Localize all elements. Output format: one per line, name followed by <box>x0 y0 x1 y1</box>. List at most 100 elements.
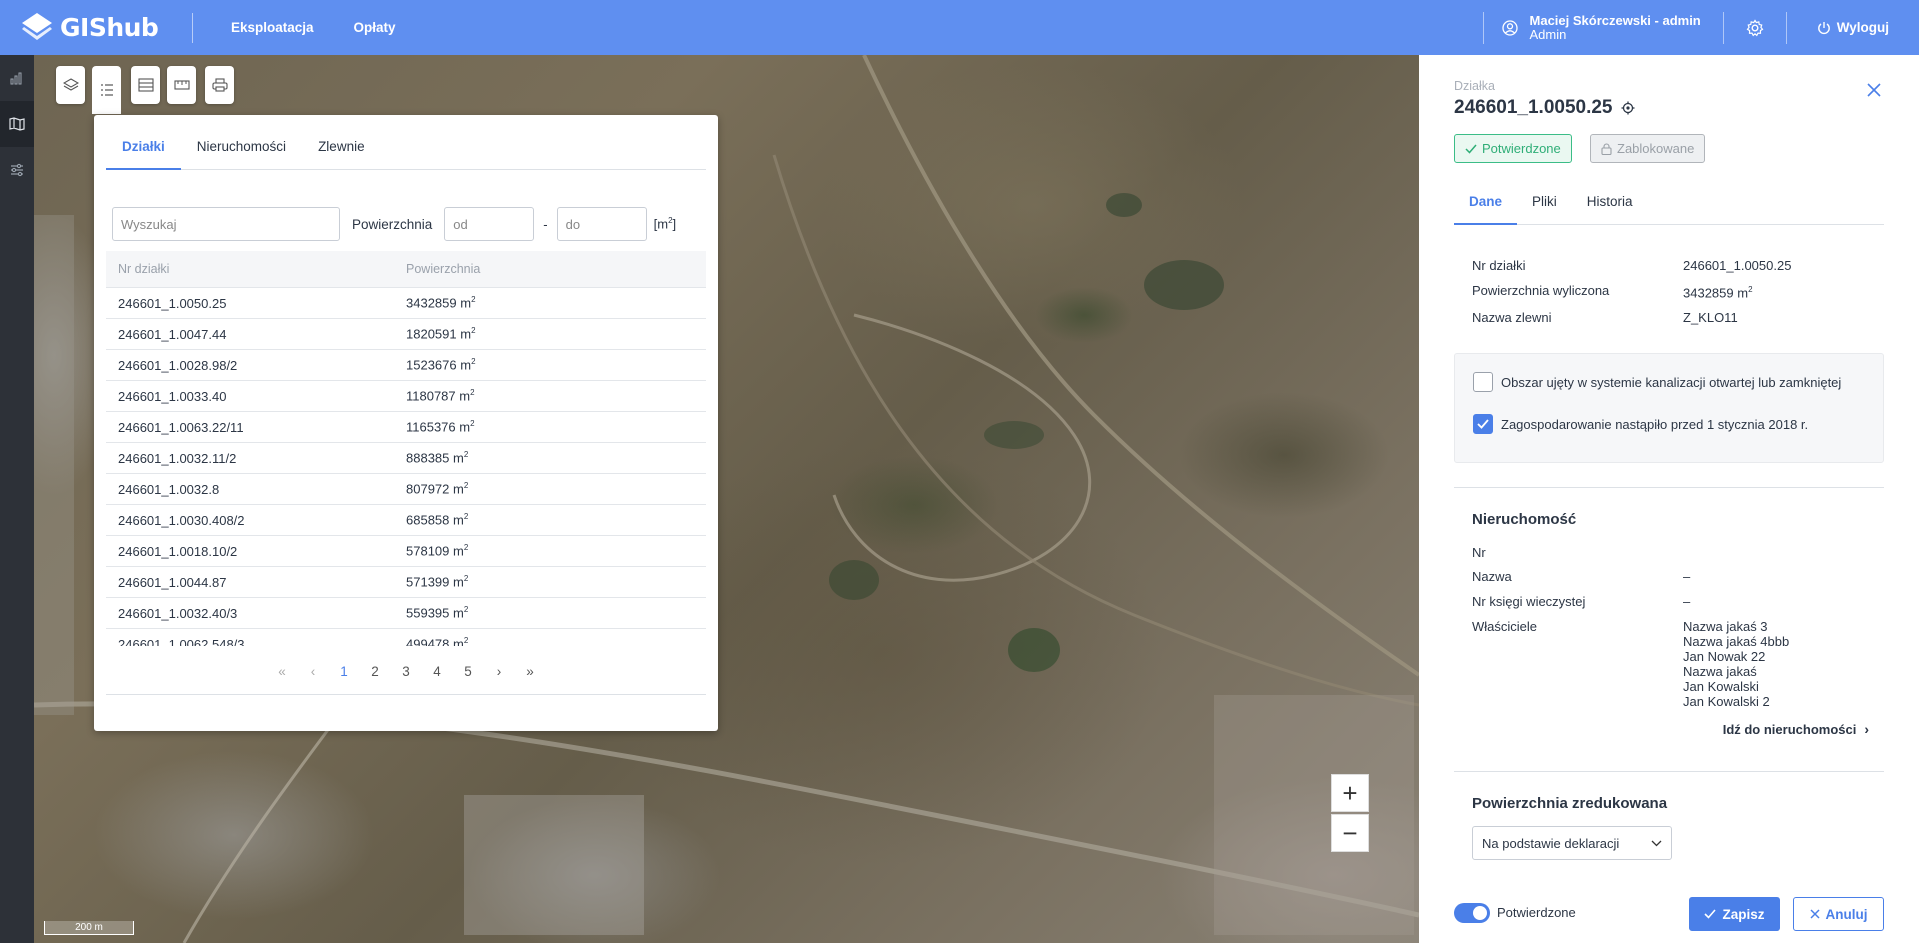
rail-map[interactable] <box>0 101 34 147</box>
detail-title: 246601_1.0050.25 <box>1454 97 1635 119</box>
page-first[interactable]: « <box>267 664 298 679</box>
page-2[interactable]: 2 <box>360 664 391 679</box>
logo-icon <box>22 12 52 40</box>
page-1[interactable]: 1 <box>329 664 360 679</box>
parcel-number-cell: 246601_1.0032.11/2 <box>118 450 237 466</box>
table-row[interactable]: 246601_1.0032.40/3 559395 m2 <box>106 598 706 629</box>
close-icon <box>1809 909 1820 919</box>
save-button[interactable]: Zapisz <box>1689 897 1780 931</box>
property-land-book: Nr księgi wieczystej – <box>1472 594 1691 609</box>
owner-item: Jan Kowalski 2 <box>1683 694 1770 709</box>
owner-item: Nazwa jakaś <box>1683 664 1757 679</box>
table-row[interactable]: 246601_1.0032.11/2 888385 m2 <box>106 443 706 474</box>
table-row[interactable]: 246601_1.0028.98/2 1523676 m2 <box>106 350 706 381</box>
property-owners: Właściciele Nazwa jakaś 3 Nazwa jakaś 4b… <box>1472 619 1790 709</box>
owner-item: Nazwa jakaś 4bbb <box>1683 634 1790 649</box>
sliders-icon <box>11 163 23 177</box>
table-row[interactable]: 246601_1.0030.408/2 685858 m2 <box>106 505 706 536</box>
table-row[interactable]: 246601_1.0063.22/11 1165376 m2 <box>106 412 706 443</box>
layers-tool[interactable] <box>56 66 85 104</box>
table-row[interactable]: 246601_1.0033.40 1180787 m2 <box>106 381 706 412</box>
checkbox-sewer-box[interactable] <box>1473 372 1493 392</box>
tab-dzialki[interactable]: Działki <box>106 115 181 170</box>
checkbox-developed-box[interactable] <box>1473 414 1493 434</box>
tab-zlewnie[interactable]: Zlewnie <box>302 115 381 170</box>
page-next[interactable]: › <box>484 664 515 679</box>
divider <box>192 12 193 43</box>
reduced-area-select[interactable]: Na podstawie deklaracji <box>1472 826 1672 860</box>
nav-oplaty[interactable]: Opłaty <box>354 20 396 35</box>
locate-icon[interactable] <box>1621 101 1635 115</box>
measure-tool[interactable] <box>167 66 196 104</box>
check-icon <box>1477 419 1489 429</box>
parcel-number-cell: 246601_1.0030.408/2 <box>118 512 245 528</box>
table-row[interactable]: 246601_1.0047.44 1820591 m2 <box>106 319 706 350</box>
logout-button[interactable]: Wyloguj <box>1785 11 1919 44</box>
table-row[interactable]: 246601_1.0018.10/2 578109 m2 <box>106 536 706 567</box>
tab-historia[interactable]: Historia <box>1572 183 1648 225</box>
parcel-number-cell: 246601_1.0033.40 <box>118 388 227 404</box>
chevron-right-icon: › <box>1864 721 1869 737</box>
area-filter-label: Powierzchnia <box>352 216 433 232</box>
checkbox-developed[interactable]: Zagospodarowanie nastąpiło przed 1 stycz… <box>1473 414 1808 434</box>
status-badge-locked[interactable]: Zablokowane <box>1590 134 1706 163</box>
list-icon <box>100 84 113 96</box>
page-prev[interactable]: ‹ <box>298 664 329 679</box>
close-button[interactable] <box>1867 83 1881 100</box>
confirmed-toggle[interactable] <box>1454 903 1490 923</box>
app-logo[interactable]: GIShub <box>20 11 170 45</box>
parcel-area-cell: 1523676 m2 <box>406 357 476 373</box>
table-row[interactable]: 246601_1.0062.548/3 499478 m2 <box>106 629 706 646</box>
tab-pliki[interactable]: Pliki <box>1517 183 1572 225</box>
property-name: Nazwa – <box>1472 569 1691 584</box>
rail-filters[interactable] <box>0 147 34 193</box>
area-from-input[interactable]: od <box>444 207 535 241</box>
table-header: Nr działki Powierzchnia <box>106 251 706 288</box>
parcel-icon <box>137 78 154 92</box>
page-4[interactable]: 4 <box>422 664 453 679</box>
rail-stats[interactable] <box>0 55 34 101</box>
map-icon <box>9 117 25 131</box>
zoom-out-button[interactable]: − <box>1331 814 1369 852</box>
close-icon <box>1867 83 1881 97</box>
ruler-icon <box>173 80 190 90</box>
search-input[interactable]: Wyszukaj <box>112 207 340 241</box>
parcel-number-cell: 246601_1.0062.548/3 <box>118 636 245 647</box>
list-tool[interactable] <box>92 66 121 114</box>
parcel-area-cell: 807972 m2 <box>406 481 469 497</box>
lock-icon <box>1601 142 1612 155</box>
print-tool[interactable] <box>205 66 234 104</box>
parcel-detail-panel: Działka 246601_1.0050.25 Potwierdzone Za… <box>1419 55 1919 943</box>
page-3[interactable]: 3 <box>391 664 422 679</box>
parcel-number-cell: 246601_1.0032.8 <box>118 481 220 497</box>
user-menu[interactable]: Maciej Skórczewski - admin Admin <box>1482 11 1723 44</box>
pagination: « ‹ 1 2 3 4 5 › » <box>94 664 718 679</box>
settings-button[interactable] <box>1722 11 1786 44</box>
divider <box>1454 771 1884 772</box>
parcel-tool[interactable] <box>131 66 160 104</box>
page-last[interactable]: » <box>515 664 546 679</box>
property-section-title: Nieruchomość <box>1472 511 1577 528</box>
col-header-area[interactable]: Powierzchnia <box>406 262 706 276</box>
zoom-in-button[interactable]: + <box>1331 774 1369 812</box>
tab-nieruchomosci[interactable]: Nieruchomości <box>181 115 302 170</box>
goto-property-link[interactable]: Idź do nieruchomości › <box>1723 721 1869 737</box>
field-area: Powierzchnia wyliczona 3432859 m2 <box>1472 283 1753 301</box>
parcel-number-cell: 246601_1.0050.25 <box>118 295 227 311</box>
top-bar: GIShub Eksploatacja Opłaty Maciej Skórcz… <box>0 0 1919 55</box>
nav-eksploatacja[interactable]: Eksploatacja <box>231 20 314 35</box>
table-row[interactable]: 246601_1.0032.8 807972 m2 <box>106 474 706 505</box>
printer-icon <box>211 78 228 92</box>
page-5[interactable]: 5 <box>453 664 484 679</box>
checkbox-sewer[interactable]: Obszar ujęty w systemie kanalizacji otwa… <box>1473 372 1841 392</box>
table-row[interactable]: 246601_1.0044.87 571399 m2 <box>106 567 706 598</box>
area-to-input[interactable]: do <box>556 207 647 241</box>
tab-dane[interactable]: Dane <box>1454 183 1518 225</box>
owner-item: Nazwa jakaś 3 <box>1683 619 1768 634</box>
reduced-area-title: Powierzchnia zredukowana <box>1472 795 1668 812</box>
gear-icon <box>1746 18 1764 36</box>
cancel-button[interactable]: Anuluj <box>1793 897 1884 931</box>
col-header-nr[interactable]: Nr działki <box>106 262 406 276</box>
table-row[interactable]: 246601_1.0050.25 3432859 m2 <box>106 288 706 319</box>
parcel-area-cell: 571399 m2 <box>406 574 469 590</box>
